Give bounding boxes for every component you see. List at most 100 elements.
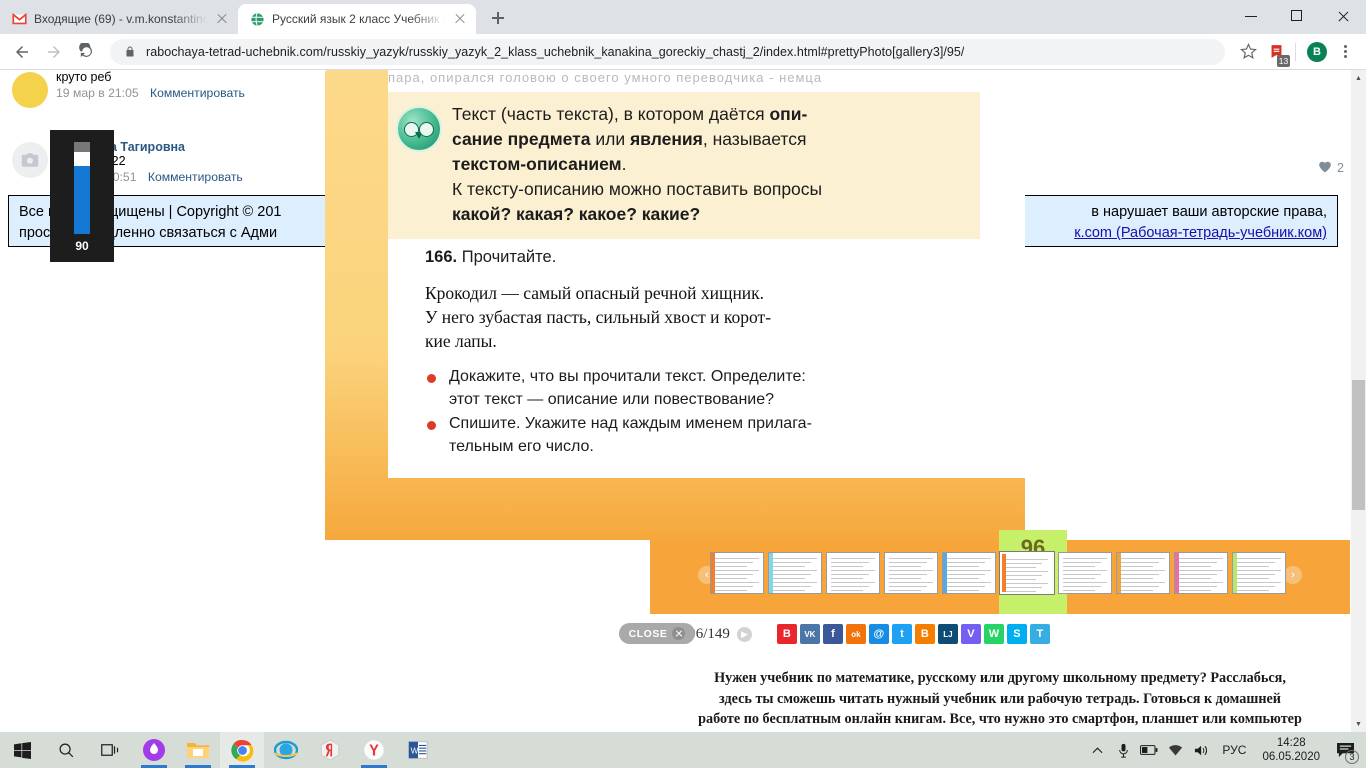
site-link[interactable]: к.com (Рабочая-тетрадь-учебник.ком) xyxy=(1074,223,1327,244)
thumbnail-page-10[interactable] xyxy=(1232,552,1286,594)
avatar[interactable] xyxy=(12,72,48,108)
thumbnail-text-line xyxy=(715,574,753,575)
thumbnail-page-1[interactable] xyxy=(710,552,764,594)
thumbnail-page-8[interactable] xyxy=(1116,552,1170,594)
thumbnail-text-line xyxy=(889,578,921,579)
thumbnail-text-line xyxy=(831,586,869,587)
bookmark-share-button[interactable]: B xyxy=(776,624,797,644)
comment-text: круто реб xyxy=(56,70,112,84)
exercise-166: 166. Прочитайте. Крокодил — самый опасны… xyxy=(425,248,970,460)
close-button-label: CLOSE xyxy=(628,627,668,640)
browser-tab-title: Русский язык 2 класс Учебник К xyxy=(272,12,445,26)
close-window-icon[interactable] xyxy=(1320,0,1366,32)
browser-tab-textbook[interactable]: Русский язык 2 класс Учебник К xyxy=(238,4,476,34)
clock[interactable]: 14:28 06.05.2020 xyxy=(1254,736,1328,764)
thumbnail-text-line xyxy=(715,586,753,587)
language-indicator[interactable]: РУС xyxy=(1214,743,1254,757)
clock-time: 14:28 xyxy=(1276,737,1306,749)
extension-icon[interactable]: 13 xyxy=(1263,39,1290,67)
thumbnail-text-line xyxy=(1006,591,1036,592)
yandex-ya-icon[interactable] xyxy=(308,732,352,768)
ie-icon[interactable] xyxy=(264,732,308,768)
thumbnail-text-line xyxy=(1063,570,1107,571)
avatar[interactable]: B xyxy=(1304,39,1330,65)
start-button[interactable] xyxy=(0,732,44,768)
toolbar-divider xyxy=(1295,42,1296,61)
task-line: этот текст — описание или повествование? xyxy=(449,390,775,408)
telegram-share-button[interactable]: T xyxy=(1029,624,1050,644)
thumbnail-text-line xyxy=(1179,578,1211,579)
rule-line: текстом-описанием. xyxy=(452,152,964,177)
blogger-share-button[interactable]: B xyxy=(914,624,935,644)
lightbox-gallery: пара, опирался головою о своего умного п… xyxy=(325,70,1350,732)
skype-share-button[interactable]: S xyxy=(1006,624,1027,644)
word-icon[interactable]: W xyxy=(396,732,440,768)
scroll-up-arrow-icon[interactable]: ▲ xyxy=(1351,70,1366,86)
textbook-page-image[interactable]: пара, опирался головою о своего умного п… xyxy=(325,70,1025,540)
scroll-down-arrow-icon[interactable]: ▼ xyxy=(1351,716,1366,732)
thumbnail-text-line xyxy=(1121,562,1159,563)
moi-mir-share-button[interactable]: @ xyxy=(868,624,889,644)
back-arrow-icon[interactable] xyxy=(8,38,36,66)
star-icon[interactable] xyxy=(1235,39,1261,65)
whatsapp-share-button[interactable]: W xyxy=(983,624,1004,644)
thumbnail-text-line xyxy=(773,590,805,591)
exercise-number: 166. xyxy=(425,248,458,266)
comment-reply-link[interactable]: Комментировать xyxy=(148,170,243,184)
task-view-icon[interactable] xyxy=(88,732,132,768)
chevron-up-icon[interactable] xyxy=(1084,732,1110,768)
rule-seg-bold: текстом-описанием xyxy=(452,154,622,174)
kebab-menu-icon[interactable] xyxy=(1332,39,1358,65)
minimize-icon[interactable] xyxy=(1228,0,1274,32)
browser-tab-gmail[interactable]: Входящие (69) - v.m.konstantino xyxy=(0,4,238,34)
search-icon[interactable] xyxy=(44,732,88,768)
close-icon[interactable] xyxy=(452,11,468,27)
microphone-icon[interactable] xyxy=(1110,732,1136,768)
comment-reply-link[interactable]: Комментировать xyxy=(150,86,245,100)
vkontakte-share-button[interactable]: VK xyxy=(799,624,820,644)
viber-share-button[interactable]: V xyxy=(960,624,981,644)
thumbnail-text-line xyxy=(1179,574,1217,575)
browser-toolbar: rabochaya-tetrad-uchebnik.com/russkiy_ya… xyxy=(0,34,1366,70)
reload-icon[interactable] xyxy=(72,38,100,66)
thumbnail-page-2[interactable] xyxy=(768,552,822,594)
thumbnail-text-line xyxy=(1006,587,1042,588)
thumbnail-page-5[interactable] xyxy=(942,552,996,594)
speaker-icon[interactable] xyxy=(1188,732,1214,768)
scrollbar-thumb[interactable] xyxy=(1352,380,1365,510)
thumbnail-page-7[interactable] xyxy=(1058,552,1112,594)
close-icon[interactable] xyxy=(214,11,230,27)
thumbnail-strip: 96 ‹ › xyxy=(650,530,1350,614)
maximize-icon[interactable] xyxy=(1274,0,1320,32)
thumbnail-text-line xyxy=(1179,586,1217,587)
chrome-icon[interactable] xyxy=(220,732,264,768)
thumbnail-text-line xyxy=(1121,570,1165,571)
facebook-share-button[interactable]: f xyxy=(822,624,843,644)
like-counter[interactable]: 2 xyxy=(1318,160,1344,176)
yandex-y-icon[interactable] xyxy=(352,732,396,768)
folder-icon[interactable] xyxy=(176,732,220,768)
thumbnail-text-line xyxy=(1006,571,1048,572)
page-scrollbar[interactable]: ▲ ▼ xyxy=(1351,70,1366,732)
battery-icon[interactable] xyxy=(1136,732,1162,768)
rule-seg: . xyxy=(621,154,627,174)
address-bar[interactable]: rabochaya-tetrad-uchebnik.com/russkiy_ya… xyxy=(110,38,1225,65)
rule-seg-bold: какой? какая? какое? какие? xyxy=(452,204,701,224)
next-circle-icon[interactable]: ▶ xyxy=(736,626,752,642)
close-lightbox-button[interactable]: CLOSE xyxy=(619,623,695,644)
notifications-icon[interactable]: 3 xyxy=(1328,732,1362,768)
camera-placeholder-icon[interactable] xyxy=(12,142,48,178)
thumbnail-page-3[interactable] xyxy=(826,552,880,594)
thumbnail-page-6[interactable] xyxy=(1000,552,1054,594)
livejournal-share-button[interactable]: LJ xyxy=(937,624,958,644)
thumbnail-page-9[interactable] xyxy=(1174,552,1228,594)
thumbnail-text-line xyxy=(1237,582,1281,583)
new-tab-button[interactable] xyxy=(484,4,512,32)
wifi-icon[interactable] xyxy=(1162,732,1188,768)
thumbnail-text-line xyxy=(715,570,759,571)
thumbnail-text-line xyxy=(773,582,817,583)
thumbnail-page-4[interactable] xyxy=(884,552,938,594)
odnoklassniki-share-button[interactable]: ok xyxy=(845,624,866,644)
twitter-share-button[interactable]: t xyxy=(891,624,912,644)
alice-icon[interactable] xyxy=(132,732,176,768)
